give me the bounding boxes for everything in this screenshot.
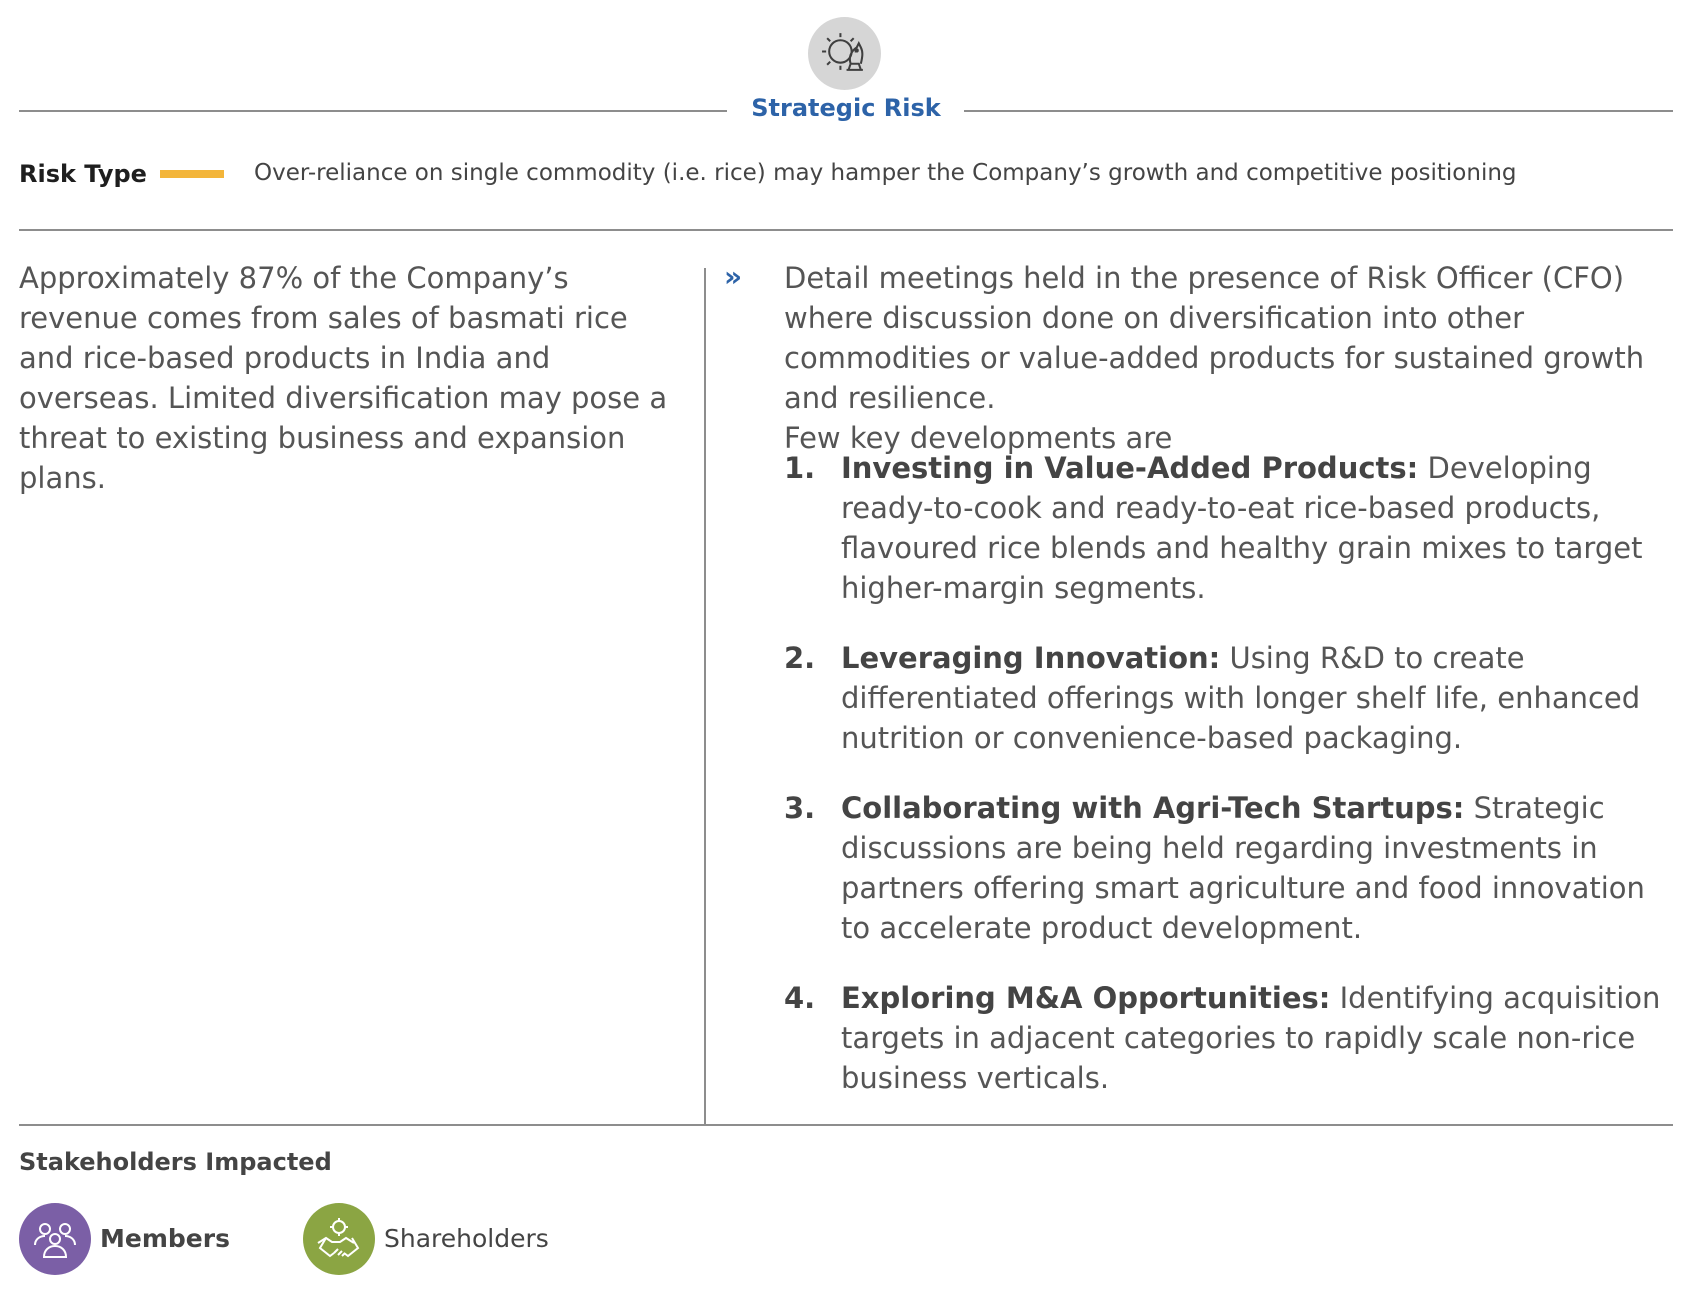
- list-item-title: Leveraging Innovation:: [841, 641, 1221, 675]
- chevron-double-right-icon: »: [724, 260, 743, 293]
- header-rule-left: [19, 110, 727, 112]
- list-item-number: 1.: [784, 451, 816, 485]
- list-item-number: 2.: [784, 641, 816, 675]
- mitigation-intro: Detail meetings held in the presence of …: [784, 258, 1674, 458]
- list-item-title: Exploring M&A Opportunities:: [841, 981, 1331, 1015]
- chess-knight-gear-icon: [808, 17, 881, 90]
- risk-type-label: Risk Type: [19, 160, 147, 188]
- divider-bottom: [19, 1124, 1673, 1126]
- mitigation-intro-text: Detail meetings held in the presence of …: [784, 261, 1645, 415]
- header-rule-right: [964, 110, 1673, 112]
- list-item: 3. Collaborating with Agri-Tech Startups…: [784, 788, 1674, 948]
- list-item: 4. Exploring M&A Opportunities: Identify…: [784, 978, 1674, 1098]
- divider-top: [19, 229, 1673, 231]
- list-item: 2. Leveraging Innovation: Using R&D to c…: [784, 638, 1674, 758]
- stakeholder-members-label: Members: [100, 1224, 230, 1253]
- handshake-gear-icon: [303, 1203, 375, 1275]
- page-title: Strategic Risk: [751, 94, 941, 122]
- risk-explanation: Approximately 87% of the Company’s reven…: [19, 261, 668, 495]
- risk-description: Over-reliance on single commodity (i.e. …: [254, 160, 1517, 186]
- risk-accent-bar: [160, 170, 224, 178]
- list-item: 1. Investing in Value-Added Products: De…: [784, 448, 1674, 608]
- list-item-number: 4.: [784, 981, 816, 1015]
- stakeholder-shareholders-label: Shareholders: [384, 1224, 549, 1253]
- list-item-title: Investing in Value-Added Products:: [841, 451, 1419, 485]
- list-item-title: Collaborating with Agri-Tech Startups:: [841, 791, 1465, 825]
- stakeholders-title: Stakeholders Impacted: [19, 1148, 332, 1176]
- members-icon: [19, 1203, 91, 1275]
- column-divider: [704, 268, 706, 1124]
- list-item-number: 3.: [784, 791, 816, 825]
